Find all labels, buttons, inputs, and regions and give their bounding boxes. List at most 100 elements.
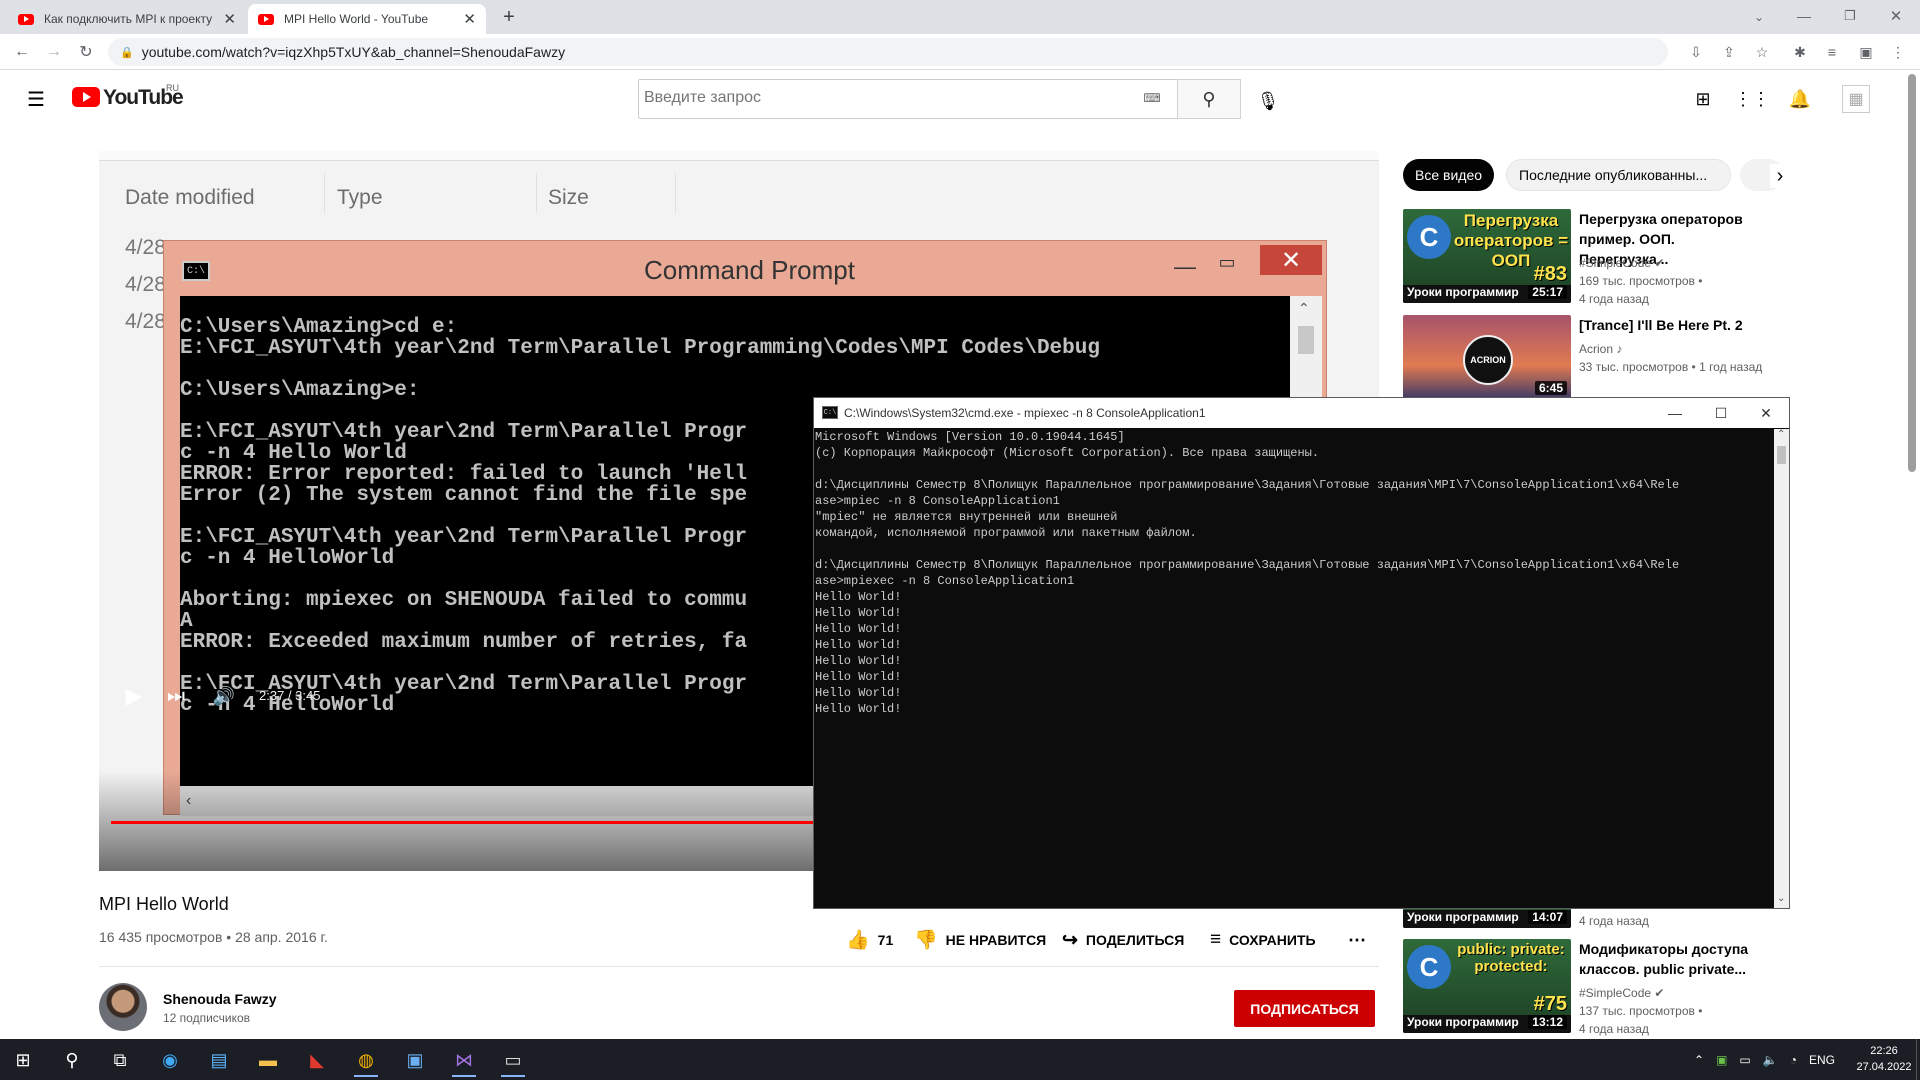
share-icon[interactable]: ⇪ [1719, 42, 1739, 62]
cmd-scrollbar[interactable]: ⌃ ⌄ [1774, 429, 1789, 908]
column-divider [675, 173, 676, 213]
recommended-video-title[interactable]: [Trance] I'll Be Here Pt. 2 [1579, 315, 1759, 335]
show-desktop-button[interactable] [1916, 1039, 1920, 1080]
recommended-channel[interactable]: #SimpleCode ✔ [1579, 256, 1664, 270]
microphone-icon[interactable]: 🎙 [1248, 81, 1288, 121]
file-explorer-icon[interactable]: ▬ [248, 1043, 288, 1077]
tray-app-icon[interactable]: ▣ [1716, 1053, 1727, 1067]
account-avatar-icon[interactable]: ▦ [1842, 85, 1870, 113]
browser-tab-strip: Как подключить MPI к проекту ✕ MPI Hello… [0, 0, 1920, 34]
cmd-title-bar[interactable]: C:\ C:\Windows\System32\cmd.exe - mpiexe… [814, 398, 1789, 428]
save-disk-icon[interactable]: ▣ [395, 1043, 435, 1077]
chip-all-videos[interactable]: Все видео [1403, 159, 1495, 191]
volume-icon[interactable]: 🔊 [209, 681, 239, 711]
save-label: СОХРАНИТЬ [1229, 932, 1316, 948]
close-icon[interactable]: ✕ [1743, 398, 1789, 428]
search-icon[interactable]: ⚲ [52, 1043, 92, 1077]
battery-icon[interactable]: ▭ [1739, 1053, 1750, 1067]
install-app-icon[interactable]: ⇩ [1686, 42, 1706, 62]
browser-menu-icon[interactable]: ⋮ [1888, 42, 1908, 62]
channel-label: #SimpleCode [1579, 986, 1652, 1000]
recommended-video-title[interactable]: Модификаторы доступа [1579, 939, 1759, 959]
profile-icon[interactable]: ▣ [1856, 42, 1876, 62]
task-view-icon[interactable]: ⧉ [100, 1043, 140, 1077]
chip-recently-uploaded[interactable]: Последние опубликованны... [1506, 159, 1731, 191]
video-duration: 14:07 [1528, 910, 1567, 924]
scroll-down-chevron-icon[interactable]: ⌄ [1777, 893, 1785, 904]
notifications-bell-icon[interactable]: 🔔 [1787, 87, 1813, 111]
create-video-icon[interactable]: ⊞ [1690, 87, 1716, 111]
console-text: Microsoft Windows [Version 10.0.19044.16… [815, 430, 1680, 716]
tray-overflow-chevron-icon[interactable]: ⌃ [1694, 1053, 1704, 1067]
cmd-console-output[interactable]: Microsoft Windows [Version 10.0.19044.16… [814, 429, 1774, 908]
tab-search-icon[interactable]: ⌄ [1748, 6, 1770, 28]
minimize-window-icon[interactable]: — [1792, 4, 1816, 28]
subscribe-button[interactable]: ПОДПИСАТЬСЯ [1234, 990, 1375, 1027]
play-icon[interactable]: ▶ [119, 681, 149, 711]
channel-avatar[interactable] [99, 983, 147, 1031]
channel-label: Acrion [1579, 342, 1614, 356]
reading-list-icon[interactable]: ≡ [1822, 42, 1842, 62]
page-scrollbar-thumb[interactable] [1908, 74, 1916, 472]
recommended-video-thumbnail[interactable]: ACRION 6:45 [1403, 315, 1571, 399]
more-actions-icon[interactable]: ⋯ [1348, 928, 1366, 952]
tab-close-icon[interactable]: ✕ [463, 10, 476, 28]
back-arrow-icon[interactable]: ← [10, 40, 34, 64]
chevron-right-icon[interactable]: › [1770, 164, 1790, 188]
new-tab-button[interactable]: + [498, 6, 520, 28]
keyboard-icon[interactable]: ⌨ [1142, 91, 1162, 105]
thumbnail-caption: public: private: protected: [1457, 941, 1565, 975]
search-button[interactable]: ⚲ [1177, 79, 1241, 119]
browser-tab[interactable]: Как подключить MPI к проекту ✕ [8, 4, 246, 34]
search-placeholder: Введите запрос [644, 89, 761, 106]
restore-window-icon[interactable]: ❐ [1838, 4, 1862, 28]
extensions-icon[interactable]: ✱ [1790, 42, 1810, 62]
forward-arrow-icon[interactable]: → [42, 40, 66, 64]
recommended-age: 4 года назад [1579, 1022, 1649, 1036]
like-button[interactable]: 👍 71 [846, 928, 893, 952]
recommended-video-title[interactable]: Перегрузка операторов [1579, 209, 1759, 229]
browser-tab-active[interactable]: MPI Hello World - YouTube ✕ [248, 4, 486, 34]
cmd-scrollbar-thumb[interactable] [1777, 446, 1786, 464]
recommended-video-thumbnail[interactable]: C Перегрузка операторов = ООП #83 Уроки … [1403, 209, 1571, 303]
console-icon: C:\ [182, 261, 210, 281]
recommended-video-title[interactable]: классов. public private... [1579, 959, 1759, 979]
taskbar-clock[interactable]: 22:26 27.04.2022 [1852, 1043, 1916, 1075]
hamburger-menu-icon[interactable]: ☰ [24, 87, 48, 111]
input-language[interactable]: ENG [1809, 1053, 1835, 1067]
youtube-logo-icon[interactable] [72, 87, 100, 107]
share-button[interactable]: ↪ ПОДЕЛИТЬСЯ [1062, 928, 1184, 952]
recommended-channel[interactable]: Acrion ♪ [1579, 342, 1622, 356]
youtube-favicon-icon [18, 13, 34, 25]
share-label: ПОДЕЛИТЬСЯ [1085, 932, 1185, 948]
channel-name[interactable]: Shenouda Fawzy [163, 991, 277, 1007]
dislike-button[interactable]: 👎 НЕ НРАВИТСЯ [914, 928, 1046, 952]
address-bar[interactable]: 🔒 youtube.com/watch?v=iqzXhp5TxUY&ab_cha… [108, 38, 1668, 66]
clock-date: 27.04.2022 [1856, 1061, 1912, 1073]
apps-grid-icon[interactable]: ⋮⋮ [1734, 87, 1770, 111]
pdf-reader-icon[interactable]: ◣ [297, 1043, 337, 1077]
maximize-icon[interactable]: ☐ [1698, 398, 1744, 428]
scroll-up-chevron-icon[interactable]: ⌃ [1777, 429, 1785, 440]
cmd-taskbar-icon[interactable]: ▭ [493, 1043, 533, 1077]
chrome-icon[interactable]: ◍ [346, 1043, 386, 1077]
recommended-video-thumbnail[interactable]: C public: private: protected: #75 Уроки … [1403, 939, 1571, 1033]
tab-close-icon[interactable]: ✕ [223, 10, 236, 28]
close-window-icon[interactable]: ✕ [1884, 4, 1908, 28]
store-icon[interactable]: ▤ [199, 1043, 239, 1077]
cmd-window[interactable]: C:\ C:\Windows\System32\cmd.exe - mpiexe… [813, 397, 1790, 909]
network-icon[interactable]: ◔ [1790, 1053, 1797, 1067]
save-button[interactable]: ≡ СОХРАНИТЬ [1210, 928, 1316, 952]
region-code: RU [166, 83, 179, 93]
reload-icon[interactable]: ↻ [74, 40, 98, 64]
bookmark-star-icon[interactable]: ☆ [1752, 42, 1772, 62]
minimize-icon[interactable]: — [1652, 398, 1698, 428]
tab-title: MPI Hello World - YouTube [284, 12, 429, 26]
thumbs-down-icon: 👎 [914, 930, 938, 951]
edge-browser-icon[interactable]: ◉ [150, 1043, 190, 1077]
recommended-channel[interactable]: #SimpleCode ✔ [1579, 986, 1664, 1000]
windows-start-icon[interactable]: ⊞ [3, 1043, 43, 1077]
next-video-icon[interactable]: ⏭ [161, 681, 191, 711]
visual-studio-icon[interactable]: ⋈ [444, 1043, 484, 1077]
speaker-icon[interactable]: 🔈 [1763, 1053, 1778, 1067]
